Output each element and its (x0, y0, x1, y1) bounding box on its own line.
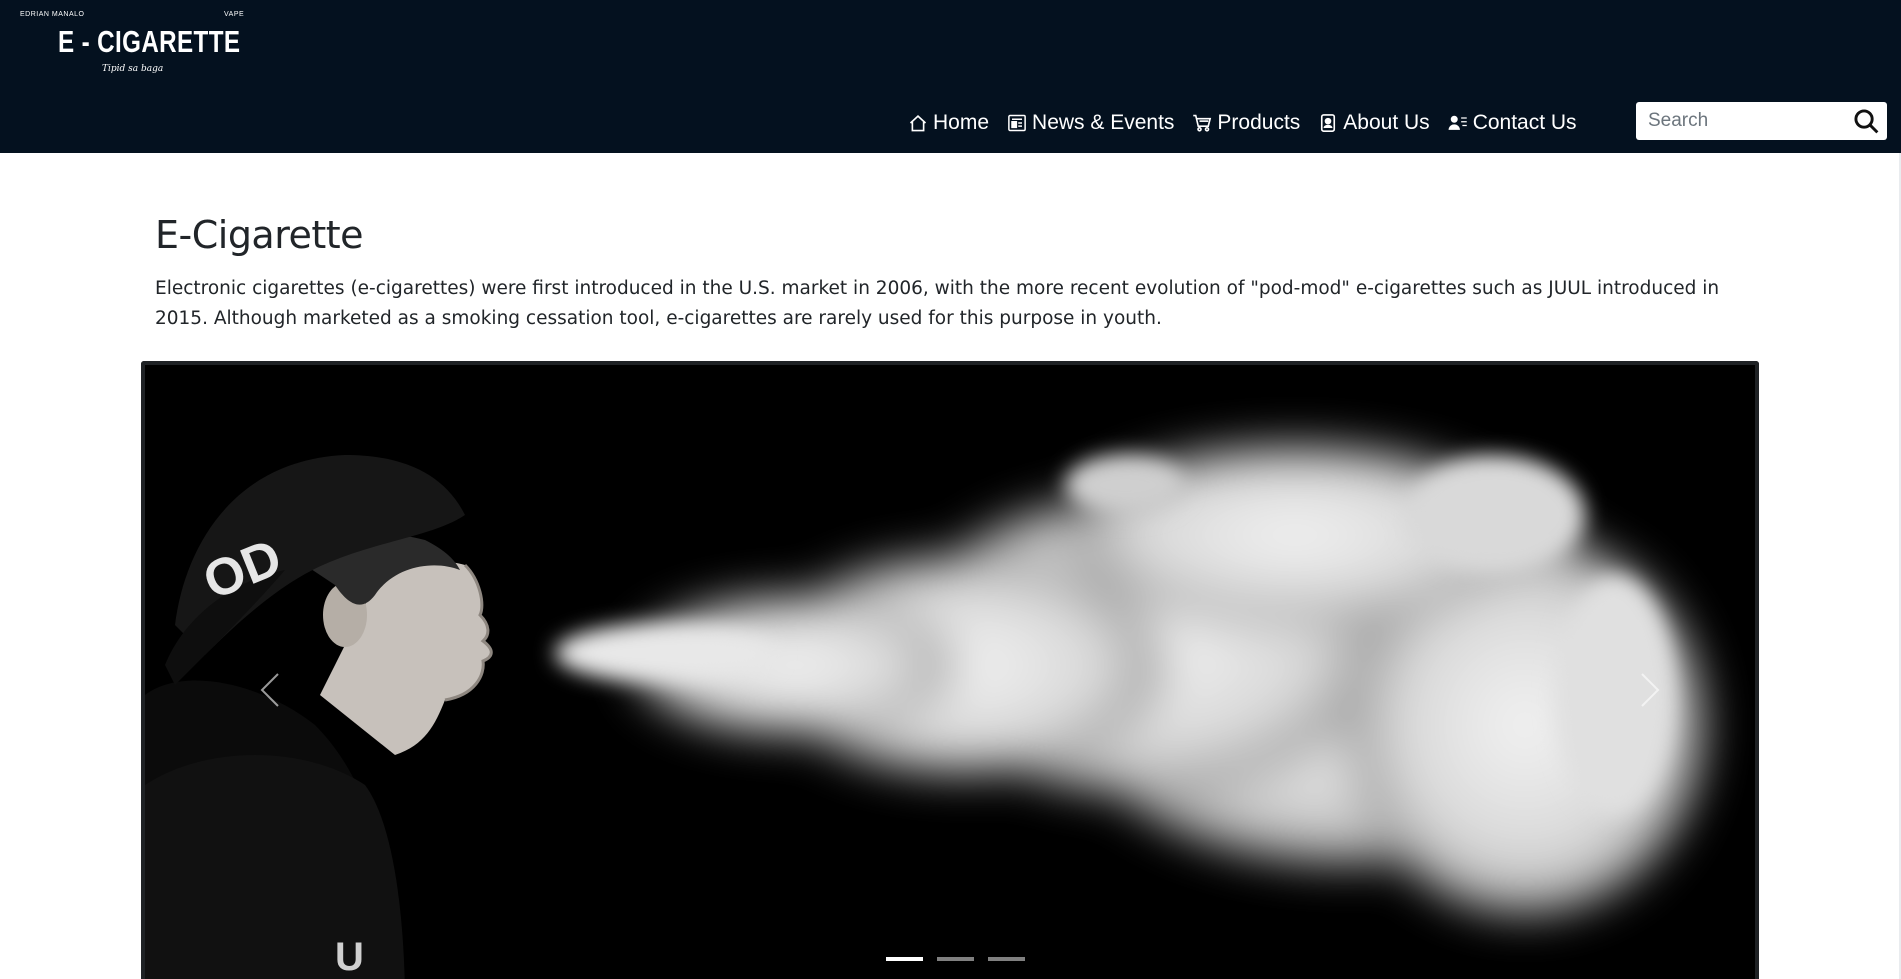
carousel-slide-image: OD U (145, 365, 1755, 979)
carousel-indicators (886, 957, 1039, 961)
nav-item-label: About Us (1343, 111, 1430, 134)
carousel-indicator-2[interactable] (937, 957, 974, 961)
carousel-indicator-1[interactable] (886, 957, 923, 961)
svg-text:U: U (335, 935, 364, 979)
logo-owner-text: EDRIAN MANALO (20, 11, 85, 18)
nav-item-contact-us[interactable]: Contact Us (1448, 111, 1577, 135)
nav-item-about-us[interactable]: About Us (1318, 111, 1430, 135)
logo-tagline: Tipid sa baga (102, 64, 164, 74)
search-input[interactable] (1648, 103, 1848, 139)
site-logo[interactable]: EDRIAN MANALO VAPE E - CIGARETTE Tipid s… (18, 8, 250, 80)
nav-item-label: Contact Us (1472, 111, 1577, 134)
nav-item-products[interactable]: Products (1192, 111, 1300, 135)
page-title: E-Cigarette (155, 213, 364, 257)
cart-icon (1193, 114, 1212, 132)
logo-vape-text: VAPE (224, 11, 245, 18)
site-header: EDRIAN MANALO VAPE E - CIGARETTE Tipid s… (0, 0, 1901, 153)
person-badge-icon (1321, 114, 1336, 132)
image-carousel: OD U (141, 361, 1759, 979)
search-icon[interactable] (1853, 108, 1879, 134)
intro-paragraph: Electronic cigarettes (e-cigarettes) wer… (155, 278, 1720, 329)
newspaper-icon (1008, 114, 1026, 132)
home-icon (909, 115, 927, 132)
carousel-next-chevron-icon[interactable] (1630, 660, 1670, 720)
main-navigation: Home News & Events Products About Us Con… (908, 108, 1595, 138)
nav-item-news-events[interactable]: News & Events (1007, 111, 1174, 135)
nav-item-label: News & Events (1032, 111, 1175, 134)
carousel-indicator-3[interactable] (988, 957, 1025, 961)
nav-item-label: Products (1217, 111, 1301, 134)
logo-brand-text: E - CIGARETTE (58, 24, 241, 59)
nav-item-label: Home (933, 111, 990, 134)
nav-item-home[interactable]: Home (908, 111, 989, 135)
person-lines-icon (1448, 115, 1467, 130)
carousel-prev-chevron-icon[interactable] (250, 660, 290, 720)
search-box (1636, 102, 1887, 140)
